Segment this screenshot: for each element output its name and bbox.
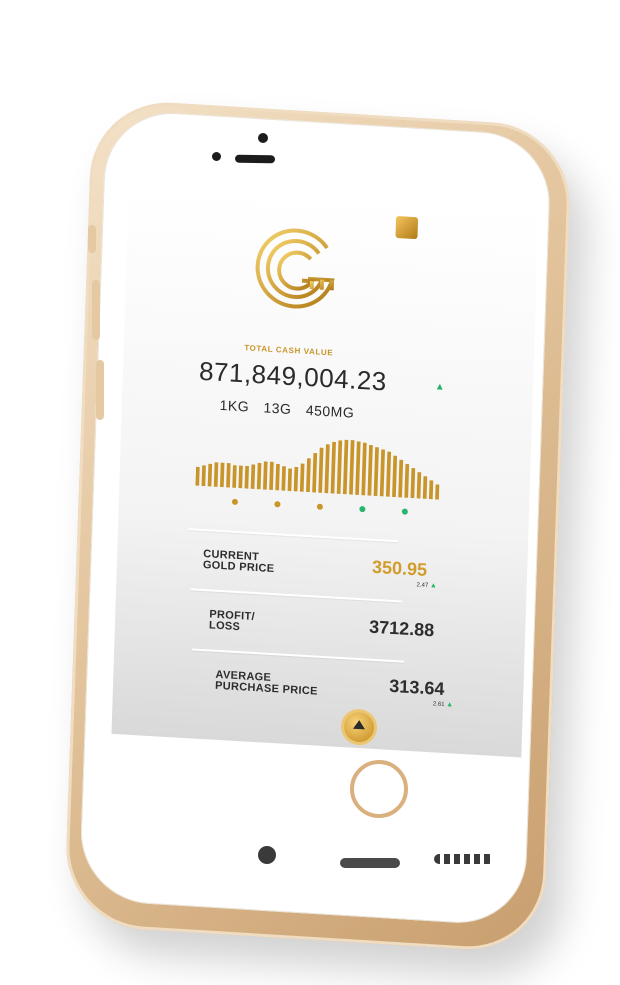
chart-bar	[256, 462, 262, 490]
chart-bar	[422, 476, 428, 499]
chart-bar	[373, 447, 379, 497]
chart-bar	[281, 466, 286, 491]
divider	[187, 528, 398, 543]
chart-bar	[275, 463, 280, 491]
average-purchase-price-change: 2.61 ▲	[433, 700, 454, 708]
page-dot[interactable]	[401, 508, 408, 515]
headphone-jack	[258, 846, 276, 864]
volume-up-button	[92, 280, 100, 340]
chart-bar	[293, 466, 299, 492]
chart-bar	[379, 449, 385, 497]
chart-bar	[269, 461, 274, 491]
page-dot[interactable]	[274, 501, 281, 508]
volume-down-button	[96, 360, 104, 420]
chart-bar	[232, 465, 237, 488]
current-gold-price-change: 2.47 ▲	[416, 581, 437, 589]
holding-g: 13G	[263, 399, 292, 418]
chart-bar	[435, 484, 440, 500]
chart-bar	[404, 463, 410, 498]
holding-kg: 1KG	[219, 396, 250, 415]
chart-bar	[238, 465, 243, 489]
up-triangle-icon: ▲	[434, 381, 445, 393]
chart-bar	[287, 468, 293, 492]
g-logo-icon	[255, 228, 335, 309]
up-triangle-icon: ▲	[446, 701, 454, 709]
chart-bar	[306, 458, 311, 493]
up-triangle-icon: ▲	[429, 582, 437, 590]
current-gold-price-value: 350.95	[371, 556, 428, 580]
chart-bar	[201, 465, 206, 487]
gold-chart	[195, 439, 440, 515]
chart-bar	[428, 480, 434, 500]
holding-mg: 450MG	[305, 401, 355, 421]
chart-bar	[385, 451, 392, 497]
metric-label-average-purchase-price: AVERAGE PURCHASE PRICE	[215, 669, 318, 698]
chart-bar	[392, 455, 398, 498]
speaker-grille	[434, 854, 494, 864]
chart-bar	[410, 467, 416, 499]
proximity-sensor	[212, 152, 221, 161]
divider	[190, 588, 403, 603]
earpiece-speaker	[234, 154, 276, 164]
chart-bar	[226, 462, 231, 488]
chart-bar	[416, 472, 422, 499]
lightning-port	[340, 858, 400, 868]
chart-bar	[355, 441, 361, 495]
chart-bar	[361, 442, 367, 496]
divider	[192, 648, 405, 663]
chart-bar	[207, 463, 213, 487]
app-screen: TOTAL CASH VALUE 871,849,004.23 ▲ 1KG 13…	[111, 186, 539, 758]
change-text: 2.47	[416, 582, 429, 589]
metric-label-profit-loss: PROFIT/ LOSS	[209, 608, 255, 634]
chart-bar	[250, 464, 256, 489]
chart-bar	[330, 441, 336, 494]
chart-bar	[263, 461, 268, 490]
scroll-up-button[interactable]	[343, 711, 375, 743]
chart-bar	[213, 462, 219, 487]
profit-loss-value: 3712.88	[368, 616, 435, 641]
page-dot[interactable]	[359, 506, 366, 513]
chart-bar	[398, 459, 404, 498]
chart-bar	[299, 463, 305, 492]
mute-switch	[88, 225, 96, 253]
chart-bar	[342, 439, 349, 495]
home-button[interactable]	[350, 760, 408, 818]
page-dot[interactable]	[316, 503, 323, 510]
chart-bar	[336, 440, 343, 494]
up-arrow-icon	[352, 719, 366, 730]
chart-bar	[318, 447, 324, 493]
chart-bar	[324, 444, 330, 494]
chart-bar	[367, 444, 373, 496]
chart-bar	[195, 466, 200, 486]
front-camera	[258, 133, 268, 143]
metric-label-current-gold-price: CURRENT GOLD PRICE	[202, 548, 275, 576]
change-text: 2.61	[432, 701, 445, 708]
menu-square-icon[interactable]	[395, 215, 419, 240]
average-purchase-price-value: 313.64	[389, 675, 445, 699]
chart-bar	[244, 465, 249, 489]
page-dot[interactable]	[231, 498, 238, 505]
chart-bar	[312, 452, 318, 493]
metric-label-line2: GOLD PRICE	[202, 559, 275, 576]
chart-bar	[349, 440, 355, 495]
chart-bar	[219, 462, 225, 488]
